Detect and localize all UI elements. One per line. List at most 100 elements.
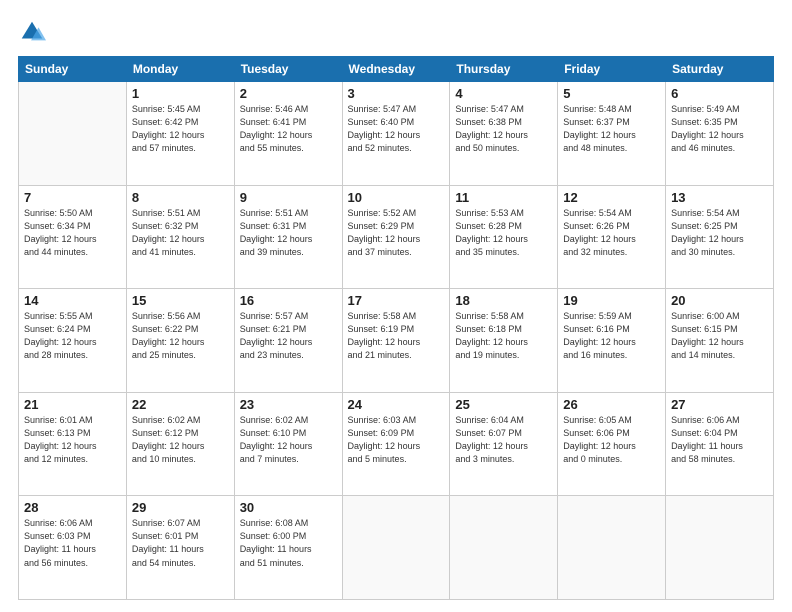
day-number: 23 xyxy=(240,397,337,412)
day-number: 4 xyxy=(455,86,552,101)
day-number: 17 xyxy=(348,293,445,308)
col-header-sunday: Sunday xyxy=(19,57,127,82)
day-number: 14 xyxy=(24,293,121,308)
week-row-5: 28 Sunrise: 6:06 AM Sunset: 6:03 PM Dayli… xyxy=(19,496,774,600)
day-info: Sunrise: 5:47 AM Sunset: 6:38 PM Dayligh… xyxy=(455,103,552,155)
day-info: Sunrise: 6:03 AM Sunset: 6:09 PM Dayligh… xyxy=(348,414,445,466)
day-info: Sunrise: 5:56 AM Sunset: 6:22 PM Dayligh… xyxy=(132,310,229,362)
calendar-cell: 16 Sunrise: 5:57 AM Sunset: 6:21 PM Dayli… xyxy=(234,289,342,393)
day-number: 16 xyxy=(240,293,337,308)
day-info: Sunrise: 6:06 AM Sunset: 6:03 PM Dayligh… xyxy=(24,517,121,569)
week-row-1: 1 Sunrise: 5:45 AM Sunset: 6:42 PM Daylig… xyxy=(19,82,774,186)
calendar-cell: 17 Sunrise: 5:58 AM Sunset: 6:19 PM Dayli… xyxy=(342,289,450,393)
day-number: 13 xyxy=(671,190,768,205)
day-info: Sunrise: 5:57 AM Sunset: 6:21 PM Dayligh… xyxy=(240,310,337,362)
calendar-cell: 4 Sunrise: 5:47 AM Sunset: 6:38 PM Daylig… xyxy=(450,82,558,186)
calendar-cell: 5 Sunrise: 5:48 AM Sunset: 6:37 PM Daylig… xyxy=(558,82,666,186)
calendar-cell: 14 Sunrise: 5:55 AM Sunset: 6:24 PM Dayli… xyxy=(19,289,127,393)
day-number: 1 xyxy=(132,86,229,101)
calendar-cell: 12Sunrise: 5:54 AM Sunset: 6:26 PM Dayli… xyxy=(558,185,666,289)
calendar-cell: 8 Sunrise: 5:51 AM Sunset: 6:32 PM Daylig… xyxy=(126,185,234,289)
day-info: Sunrise: 6:06 AM Sunset: 6:04 PM Dayligh… xyxy=(671,414,768,466)
col-header-wednesday: Wednesday xyxy=(342,57,450,82)
col-header-friday: Friday xyxy=(558,57,666,82)
day-number: 26 xyxy=(563,397,660,412)
day-info: Sunrise: 5:51 AM Sunset: 6:31 PM Dayligh… xyxy=(240,207,337,259)
day-info: Sunrise: 5:48 AM Sunset: 6:37 PM Dayligh… xyxy=(563,103,660,155)
calendar-cell: 23 Sunrise: 6:02 AM Sunset: 6:10 PM Dayli… xyxy=(234,392,342,496)
week-row-2: 7 Sunrise: 5:50 AM Sunset: 6:34 PM Daylig… xyxy=(19,185,774,289)
logo xyxy=(18,18,50,46)
day-info: Sunrise: 5:51 AM Sunset: 6:32 PM Dayligh… xyxy=(132,207,229,259)
calendar-cell: 20 Sunrise: 6:00 AM Sunset: 6:15 PM Dayli… xyxy=(666,289,774,393)
col-header-monday: Monday xyxy=(126,57,234,82)
calendar-cell: 18 Sunrise: 5:58 AM Sunset: 6:18 PM Dayli… xyxy=(450,289,558,393)
calendar-cell xyxy=(666,496,774,600)
calendar-cell: 1 Sunrise: 5:45 AM Sunset: 6:42 PM Daylig… xyxy=(126,82,234,186)
day-info: Sunrise: 6:05 AM Sunset: 6:06 PM Dayligh… xyxy=(563,414,660,466)
calendar-cell: 10Sunrise: 5:52 AM Sunset: 6:29 PM Dayli… xyxy=(342,185,450,289)
day-info: Sunrise: 5:58 AM Sunset: 6:18 PM Dayligh… xyxy=(455,310,552,362)
day-number: 8 xyxy=(132,190,229,205)
day-info: Sunrise: 5:50 AM Sunset: 6:34 PM Dayligh… xyxy=(24,207,121,259)
day-number: 5 xyxy=(563,86,660,101)
day-info: Sunrise: 6:08 AM Sunset: 6:00 PM Dayligh… xyxy=(240,517,337,569)
day-number: 21 xyxy=(24,397,121,412)
day-number: 3 xyxy=(348,86,445,101)
day-number: 20 xyxy=(671,293,768,308)
day-info: Sunrise: 6:04 AM Sunset: 6:07 PM Dayligh… xyxy=(455,414,552,466)
calendar-cell: 6Sunrise: 5:49 AM Sunset: 6:35 PM Daylig… xyxy=(666,82,774,186)
day-number: 29 xyxy=(132,500,229,515)
day-number: 19 xyxy=(563,293,660,308)
calendar-cell: 28 Sunrise: 6:06 AM Sunset: 6:03 PM Dayli… xyxy=(19,496,127,600)
day-number: 7 xyxy=(24,190,121,205)
day-info: Sunrise: 5:58 AM Sunset: 6:19 PM Dayligh… xyxy=(348,310,445,362)
calendar-cell: 22 Sunrise: 6:02 AM Sunset: 6:12 PM Dayli… xyxy=(126,392,234,496)
day-number: 25 xyxy=(455,397,552,412)
header-row: SundayMondayTuesdayWednesdayThursdayFrid… xyxy=(19,57,774,82)
day-number: 10 xyxy=(348,190,445,205)
day-info: Sunrise: 5:54 AM Sunset: 6:25 PM Dayligh… xyxy=(671,207,768,259)
day-number: 22 xyxy=(132,397,229,412)
day-number: 6 xyxy=(671,86,768,101)
day-info: Sunrise: 5:59 AM Sunset: 6:16 PM Dayligh… xyxy=(563,310,660,362)
col-header-saturday: Saturday xyxy=(666,57,774,82)
calendar-cell: 15 Sunrise: 5:56 AM Sunset: 6:22 PM Dayli… xyxy=(126,289,234,393)
day-number: 11 xyxy=(455,190,552,205)
col-header-tuesday: Tuesday xyxy=(234,57,342,82)
day-info: Sunrise: 6:02 AM Sunset: 6:10 PM Dayligh… xyxy=(240,414,337,466)
logo-icon xyxy=(18,18,46,46)
calendar-cell: 30 Sunrise: 6:08 AM Sunset: 6:00 PM Dayli… xyxy=(234,496,342,600)
day-number: 30 xyxy=(240,500,337,515)
day-info: Sunrise: 6:01 AM Sunset: 6:13 PM Dayligh… xyxy=(24,414,121,466)
calendar-cell: 26 Sunrise: 6:05 AM Sunset: 6:06 PM Dayli… xyxy=(558,392,666,496)
day-number: 2 xyxy=(240,86,337,101)
calendar-cell: 9Sunrise: 5:51 AM Sunset: 6:31 PM Daylig… xyxy=(234,185,342,289)
day-info: Sunrise: 6:07 AM Sunset: 6:01 PM Dayligh… xyxy=(132,517,229,569)
day-info: Sunrise: 5:45 AM Sunset: 6:42 PM Dayligh… xyxy=(132,103,229,155)
calendar-cell: 2 Sunrise: 5:46 AM Sunset: 6:41 PM Daylig… xyxy=(234,82,342,186)
day-info: Sunrise: 5:47 AM Sunset: 6:40 PM Dayligh… xyxy=(348,103,445,155)
calendar-cell: 24Sunrise: 6:03 AM Sunset: 6:09 PM Dayli… xyxy=(342,392,450,496)
calendar-cell: 13 Sunrise: 5:54 AM Sunset: 6:25 PM Dayli… xyxy=(666,185,774,289)
day-info: Sunrise: 5:55 AM Sunset: 6:24 PM Dayligh… xyxy=(24,310,121,362)
calendar-cell: 25 Sunrise: 6:04 AM Sunset: 6:07 PM Dayli… xyxy=(450,392,558,496)
day-info: Sunrise: 6:00 AM Sunset: 6:15 PM Dayligh… xyxy=(671,310,768,362)
calendar-cell: 29 Sunrise: 6:07 AM Sunset: 6:01 PM Dayli… xyxy=(126,496,234,600)
calendar-cell xyxy=(19,82,127,186)
calendar-table: SundayMondayTuesdayWednesdayThursdayFrid… xyxy=(18,56,774,600)
day-number: 27 xyxy=(671,397,768,412)
day-number: 28 xyxy=(24,500,121,515)
day-number: 15 xyxy=(132,293,229,308)
page: SundayMondayTuesdayWednesdayThursdayFrid… xyxy=(0,0,792,612)
day-info: Sunrise: 5:46 AM Sunset: 6:41 PM Dayligh… xyxy=(240,103,337,155)
calendar-cell xyxy=(558,496,666,600)
day-number: 18 xyxy=(455,293,552,308)
calendar-cell: 21 Sunrise: 6:01 AM Sunset: 6:13 PM Dayli… xyxy=(19,392,127,496)
day-info: Sunrise: 6:02 AM Sunset: 6:12 PM Dayligh… xyxy=(132,414,229,466)
day-number: 12 xyxy=(563,190,660,205)
week-row-3: 14 Sunrise: 5:55 AM Sunset: 6:24 PM Dayli… xyxy=(19,289,774,393)
calendar-cell: 27 Sunrise: 6:06 AM Sunset: 6:04 PM Dayli… xyxy=(666,392,774,496)
calendar-cell: 11Sunrise: 5:53 AM Sunset: 6:28 PM Dayli… xyxy=(450,185,558,289)
calendar-cell: 7 Sunrise: 5:50 AM Sunset: 6:34 PM Daylig… xyxy=(19,185,127,289)
